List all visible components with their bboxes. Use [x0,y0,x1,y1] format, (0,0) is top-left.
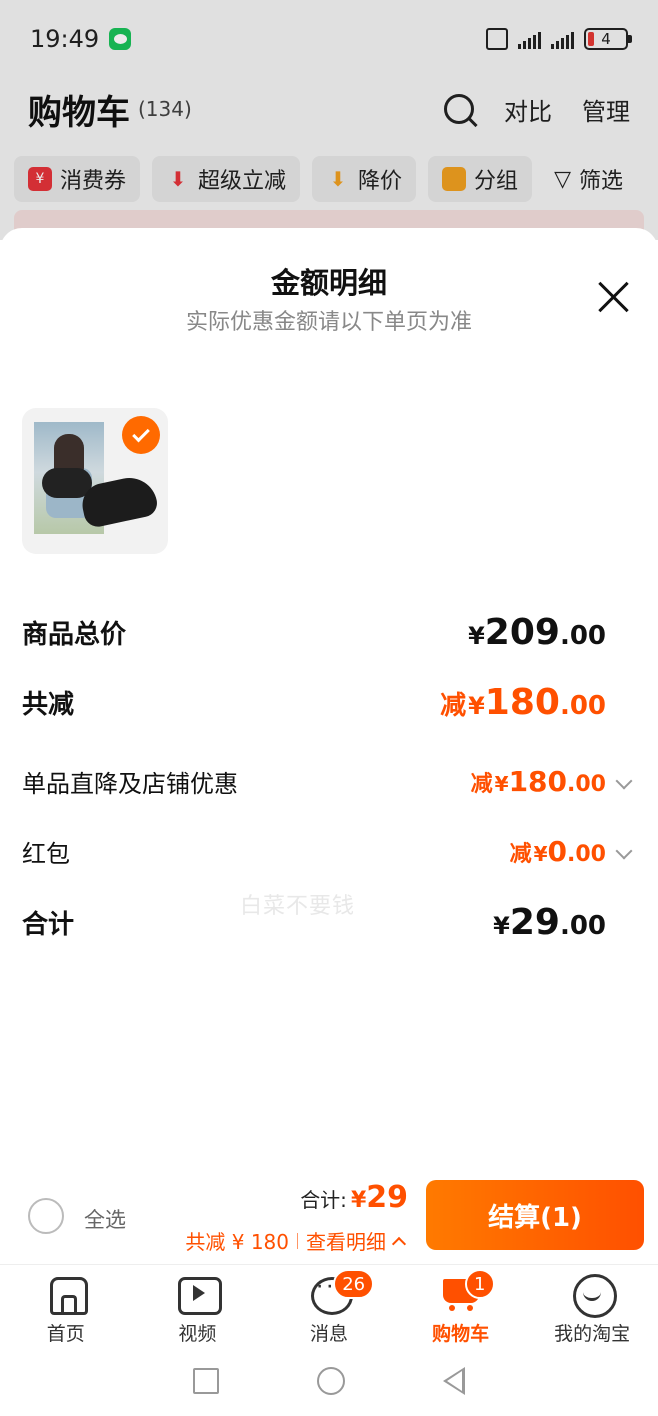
total-value: 29 [366,1180,408,1215]
tab-my-taobao[interactable]: 我的淘宝 [526,1265,658,1346]
total-currency: ¥ [350,1188,367,1213]
home-icon [46,1273,88,1315]
amount-int: 180 [508,765,568,798]
tab-video[interactable]: 视频 [132,1265,264,1346]
tab-cart[interactable]: 1 购物车 [395,1265,527,1346]
amount-details-sheet: 金额明细 实际优惠金额请以下单页为准 白菜不要钱 商品总价 ¥209.00 共减… [0,228,658,1268]
separator [297,1232,298,1249]
sum-value: ¥29.00 [493,902,606,943]
currency: ¥ [494,772,509,796]
message-badge: 26 [333,1269,375,1299]
select-all-label[interactable]: 全选 [84,1204,126,1234]
sheet-subtitle: 实际优惠金额请以下单页为准 [185,310,472,335]
row-label: 红包 [22,840,70,868]
chevron-down-icon [615,842,633,860]
total-price-value: ¥209.00 [468,612,606,653]
discount-prefix: 减 [509,842,532,867]
currency: ¥ [533,842,548,866]
amount-dec: .00 [559,621,606,651]
profile-icon [572,1273,618,1318]
checkout-total: 合计: ¥ 29 [300,1180,408,1215]
overlay-dim [0,0,658,240]
selected-check-icon[interactable] [122,416,160,454]
amount-int: 29 [509,902,560,943]
amount-dec: .00 [559,911,606,941]
row-total-price: 商品总价 ¥209.00 [22,612,636,653]
chevron-down-icon [615,772,633,790]
chevron-up-icon [391,1236,407,1251]
row-label: 单品直降及店铺优惠 [22,770,238,798]
discount-text: 共减 ¥ 180 [185,1230,289,1254]
view-details-link[interactable]: 查看明细 [306,1226,386,1255]
amount-dec: .00 [559,691,606,721]
tab-bar: 首页 视频 26 消息 1 购物车 我的淘宝 [0,1264,658,1346]
discount-prefix: 减 [470,772,493,797]
tab-label: 视频 [178,1323,217,1345]
row-label: 共减 [22,690,75,720]
row-item-discount[interactable]: 单品直降及店铺优惠 减 ¥180.00 [22,764,636,799]
tab-label: 首页 [46,1323,85,1345]
back-icon[interactable] [443,1367,465,1395]
tab-home[interactable]: 首页 [0,1265,132,1346]
row-total-discount: 共减 减 ¥180.00 [22,682,636,723]
home-circle-icon[interactable] [317,1367,345,1395]
tab-label: 消息 [309,1323,348,1345]
select-all-checkbox[interactable] [28,1198,64,1234]
amount-int: 209 [484,612,560,653]
cart-badge: 1 [464,1269,495,1299]
currency: ¥ [493,912,510,940]
row-sum: 合计 ¥29.00 [22,902,636,943]
tab-label: 购物车 [432,1323,490,1345]
recent-apps-icon[interactable] [193,1368,219,1394]
amount-int: 180 [484,682,560,723]
currency: ¥ [468,692,485,720]
discount-summary[interactable]: 共减 ¥ 180 查看明细 [185,1226,407,1255]
tab-label: 我的淘宝 [554,1323,631,1345]
total-label: 合计: [300,1188,347,1212]
row-red-packet[interactable]: 红包 减 ¥0.00 [22,834,636,869]
tab-messages[interactable]: 26 消息 [263,1265,395,1346]
total-discount-value: 减 ¥180.00 [440,682,606,723]
sheet-title: 金额明细 [270,266,387,300]
currency: ¥ [468,622,485,650]
red-packet-value: 减 ¥0.00 [510,835,636,868]
close-icon[interactable] [596,280,630,314]
discount-prefix: 减 [440,691,467,721]
item-discount-value: 减 ¥180.00 [471,765,636,798]
row-label: 商品总价 [22,620,127,650]
amount-dec: .00 [567,772,606,797]
row-label: 合计 [22,910,75,940]
checkout-button[interactable]: 结算(1) [426,1180,644,1250]
amount-int: 0 [547,835,568,868]
video-icon [177,1273,223,1315]
amount-dec: .00 [567,842,606,867]
checkout-bar: 全选 合计: ¥ 29 共减 ¥ 180 查看明细 结算(1) [0,1172,658,1264]
system-nav-bar [0,1346,658,1416]
